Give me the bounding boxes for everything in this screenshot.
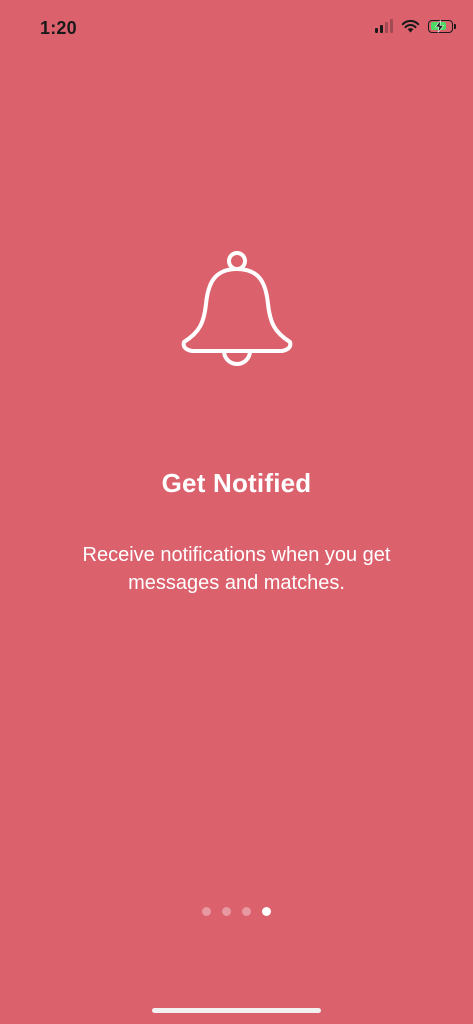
home-indicator[interactable] [152,1008,321,1013]
wifi-icon [401,19,420,33]
charging-bolt-icon [434,19,445,33]
onboarding-description: Receive notifications when you get messa… [82,544,391,594]
onboarding-title: Get Notified [161,468,312,498]
page-dot-2[interactable] [222,907,231,916]
status-time: 1:20 [40,18,77,38]
bell-icon [181,251,293,366]
status-icons [375,19,456,33]
page-indicator[interactable] [0,907,473,916]
page-dot-3[interactable] [242,907,251,916]
page-dot-1[interactable] [202,907,211,916]
onboarding-screen: 1:20 Get Notified Receive notifications … [0,0,473,1024]
battery-charging-icon [428,19,456,33]
status-bar: 1:20 [0,0,473,60]
page-dot-4[interactable] [262,907,271,916]
cellular-signal-icon [375,19,393,33]
